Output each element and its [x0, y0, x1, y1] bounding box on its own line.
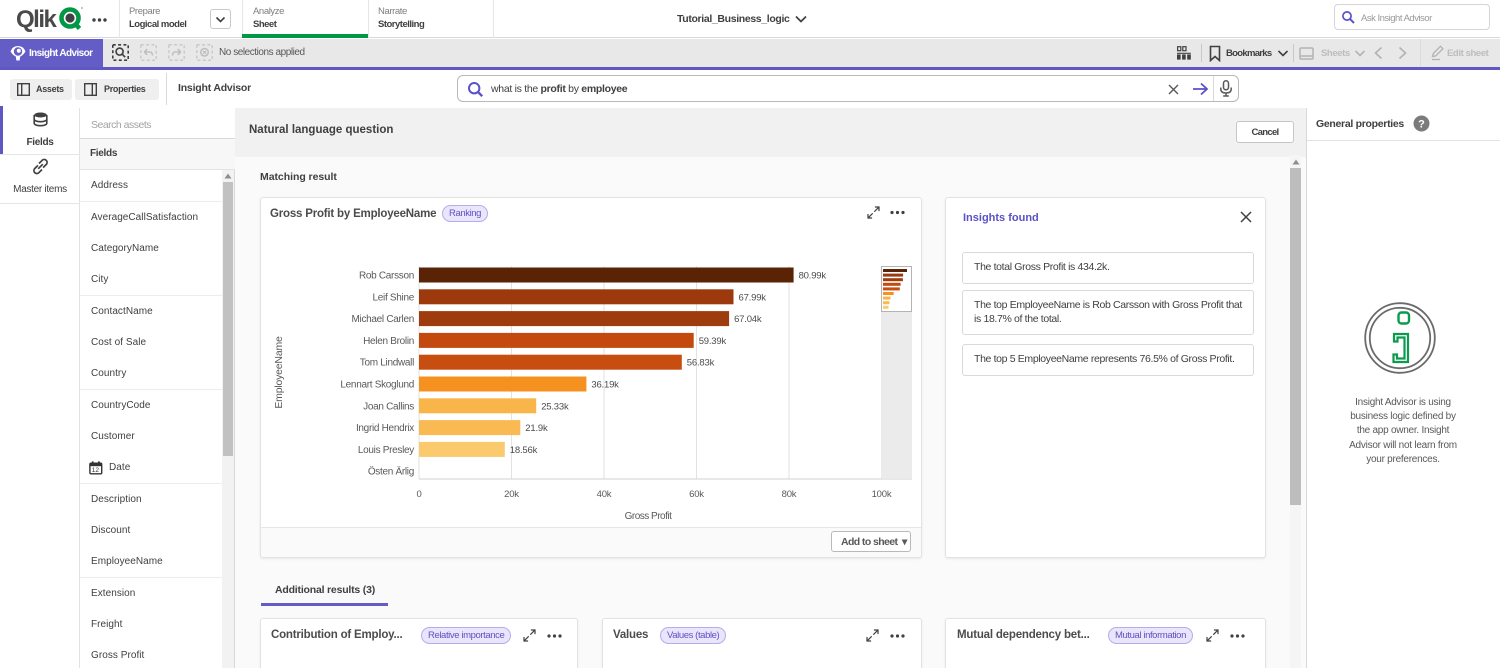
- svg-text:Qlik: Qlik: [16, 6, 58, 33]
- svg-text:Rob Carsson: Rob Carsson: [359, 271, 414, 282]
- svg-text:Helen Brolin: Helen Brolin: [363, 336, 414, 347]
- svg-text:67.99k: 67.99k: [739, 292, 767, 303]
- svg-text:59.39k: 59.39k: [699, 336, 727, 347]
- svg-text:Gross Profit: Gross Profit: [625, 511, 673, 522]
- svg-text:Lennart Skoglund: Lennart Skoglund: [340, 380, 414, 391]
- svg-text:Tom Lindwall: Tom Lindwall: [360, 358, 414, 369]
- svg-text:Louis Presley: Louis Presley: [358, 445, 414, 456]
- svg-text:Östen Ärlig: Östen Ärlig: [368, 466, 414, 478]
- svg-text:Michael Carlen: Michael Carlen: [352, 314, 415, 325]
- svg-text:EmployeeName: EmployeeName: [273, 336, 285, 409]
- svg-text:80.99k: 80.99k: [799, 271, 827, 282]
- svg-text:25.33k: 25.33k: [541, 401, 569, 412]
- svg-text:67.04k: 67.04k: [734, 314, 762, 325]
- svg-text:Leif Shine: Leif Shine: [373, 292, 415, 303]
- svg-text:18.56k: 18.56k: [510, 445, 538, 456]
- svg-text:Ingrid Hendrix: Ingrid Hendrix: [356, 423, 414, 434]
- svg-text:100k: 100k: [872, 489, 892, 500]
- svg-text:?: ?: [1418, 119, 1425, 131]
- svg-text:40k: 40k: [597, 489, 612, 500]
- svg-text:20k: 20k: [504, 489, 519, 500]
- svg-text:80k: 80k: [782, 489, 797, 500]
- svg-text:Joan Callins: Joan Callins: [363, 401, 414, 412]
- svg-text:0: 0: [416, 489, 421, 500]
- svg-text:60k: 60k: [689, 489, 704, 500]
- svg-text:56.83k: 56.83k: [687, 358, 715, 369]
- svg-text:21.9k: 21.9k: [525, 423, 548, 434]
- svg-text:12: 12: [92, 467, 100, 474]
- svg-text:36.19k: 36.19k: [591, 380, 619, 391]
